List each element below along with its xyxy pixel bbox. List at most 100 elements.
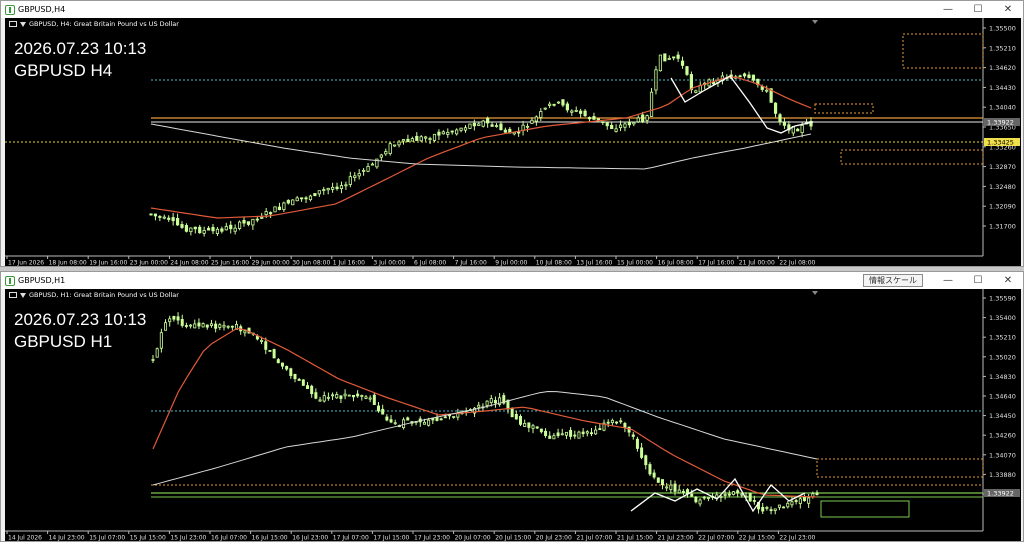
time-axis-label: 19 Jun 16:00 <box>89 260 127 267</box>
candle-body <box>201 323 205 328</box>
candle-body <box>167 217 171 220</box>
time-axis-label: 23 Jun 00:00 <box>130 260 168 267</box>
candle-body <box>615 421 619 424</box>
price-axis-label: 1.32870 <box>989 163 1016 171</box>
close-icon[interactable]: ✕ <box>993 272 1023 289</box>
candle-body <box>282 202 286 210</box>
candle-body <box>494 125 499 127</box>
dropdown-triangle-icon[interactable] <box>20 21 26 27</box>
candle-body <box>184 225 189 232</box>
window-titlebar-h4[interactable]: GBPUSD,H4 — ☐ ✕ <box>1 1 1023 18</box>
maximize-icon[interactable]: ☐ <box>963 272 993 289</box>
chart-window-h1[interactable]: GBPUSD,H1 情報スケール — ☐ ✕ 1.35590 1.35400 1.3… <box>0 271 1024 542</box>
candle-body <box>539 428 543 433</box>
overlay-timestamp: 2026.07.23 10:13 <box>14 39 147 58</box>
chart-canvas-h4[interactable]: 1.355001.352101.346201.344301.340401.336… <box>5 18 1021 266</box>
candle-body <box>667 57 671 60</box>
candle-body <box>339 395 343 399</box>
candle-body <box>301 379 305 386</box>
candle-body <box>293 373 297 380</box>
candle-body <box>224 226 228 231</box>
price-axis-label: 1.35400 <box>989 314 1016 322</box>
candle-body <box>631 434 635 437</box>
candle-body <box>690 493 694 497</box>
candle-body <box>665 486 669 489</box>
candle-body <box>393 144 397 147</box>
chart-window-h4[interactable]: GBPUSD,H4 — ☐ ✕ 1.35500 1.35210 1.34620 1.3… <box>0 0 1024 267</box>
candle-body <box>636 117 640 123</box>
price-axis-label: 1.33880 <box>989 471 1016 479</box>
chart-overlay-info: 2026.07.23 10:13 GBPUSD H4 <box>14 38 146 82</box>
time-axis-label: 17 Jul 07:00 <box>333 535 369 542</box>
time-axis-label: 17 Jul 16:00 <box>698 260 734 267</box>
candle-body <box>331 394 335 397</box>
time-axis-label: 20 Jul 15:00 <box>495 535 531 542</box>
candle-body <box>694 497 698 503</box>
time-axis-label: 7 Jul 16:00 <box>455 260 487 267</box>
scale-tooltip-button[interactable]: 情報スケール <box>863 274 923 287</box>
candle-body <box>393 422 397 425</box>
time-axis-label: 29 Jun 00:00 <box>252 260 290 267</box>
window-titlebar-h1[interactable]: GBPUSD,H1 情報スケール — ☐ ✕ <box>1 272 1023 289</box>
candle-body <box>548 435 552 439</box>
price-chart-h4[interactable]: 1.35500 1.35210 1.34620 1.34430 1.34040 1.336… <box>5 18 1021 266</box>
candle-body <box>255 218 259 221</box>
candle-body <box>543 107 547 110</box>
candle-body <box>694 90 698 93</box>
moving-average-fast <box>152 327 818 498</box>
candle-body <box>264 211 268 215</box>
candle-body <box>782 122 787 126</box>
candle-body <box>485 400 489 406</box>
time-axis-label: 21 Jul 15:00 <box>617 535 653 542</box>
candle-body <box>215 228 220 234</box>
candle-body <box>672 56 676 59</box>
close-icon[interactable]: ✕ <box>993 1 1023 18</box>
candle-body <box>226 325 230 328</box>
candle-body <box>742 73 747 77</box>
candle-body <box>379 154 383 158</box>
candle-body <box>796 128 800 132</box>
candle-body <box>450 130 454 133</box>
candle-body <box>317 190 321 195</box>
candle-body <box>388 143 392 154</box>
candle-body <box>214 323 218 329</box>
candle-body <box>552 103 556 106</box>
moving-average-fast <box>150 76 812 219</box>
candle-body <box>455 129 459 135</box>
candle-body <box>260 339 264 342</box>
candle-body <box>635 438 639 449</box>
dropdown-triangle-icon[interactable] <box>20 292 26 298</box>
chart-canvas-h1[interactable]: 1.35590 1.35400 1.35210 1.35020 1.34830 1.346… <box>5 289 1021 541</box>
candle-body <box>314 392 318 399</box>
candle-body <box>673 483 677 492</box>
candle-body <box>794 500 798 502</box>
demand-zone-box <box>840 149 984 165</box>
candle-body <box>347 394 351 397</box>
candle-body <box>589 432 593 435</box>
time-axis-label: 9 Jul 00:00 <box>495 260 527 267</box>
candle-body <box>372 394 376 405</box>
candle-body <box>233 227 237 232</box>
candle-body <box>313 193 317 197</box>
minimize-icon[interactable]: — <box>933 1 963 18</box>
time-axis-label: 21 Jul 23:00 <box>658 535 694 542</box>
candle-body <box>357 173 361 177</box>
candle-body <box>304 197 308 200</box>
candle-body <box>406 138 410 143</box>
time-axis-label: 1 Jul 16:00 <box>333 260 365 267</box>
candle-body <box>427 419 431 426</box>
maximize-icon[interactable]: ☐ <box>963 1 993 18</box>
minimize-icon[interactable]: — <box>933 272 963 289</box>
price-chart-h1[interactable]: 1.35590 1.35400 1.35210 1.35020 1.34830 1.346… <box>5 289 1021 541</box>
candle-body <box>477 123 481 126</box>
candle-body <box>786 502 790 508</box>
chart-header-text: GBPUSD, H1: Great Britain Pound vs US Do… <box>29 291 179 299</box>
candle-body <box>644 455 648 466</box>
candle-body <box>765 89 769 92</box>
candle-body <box>164 322 168 331</box>
candle-body <box>205 324 209 328</box>
candle-body <box>428 138 432 141</box>
chart-header-text: GBPUSD, H4: Great Britain Pound vs US Do… <box>29 20 179 28</box>
candle-body <box>368 397 372 400</box>
candle-body <box>648 464 652 475</box>
